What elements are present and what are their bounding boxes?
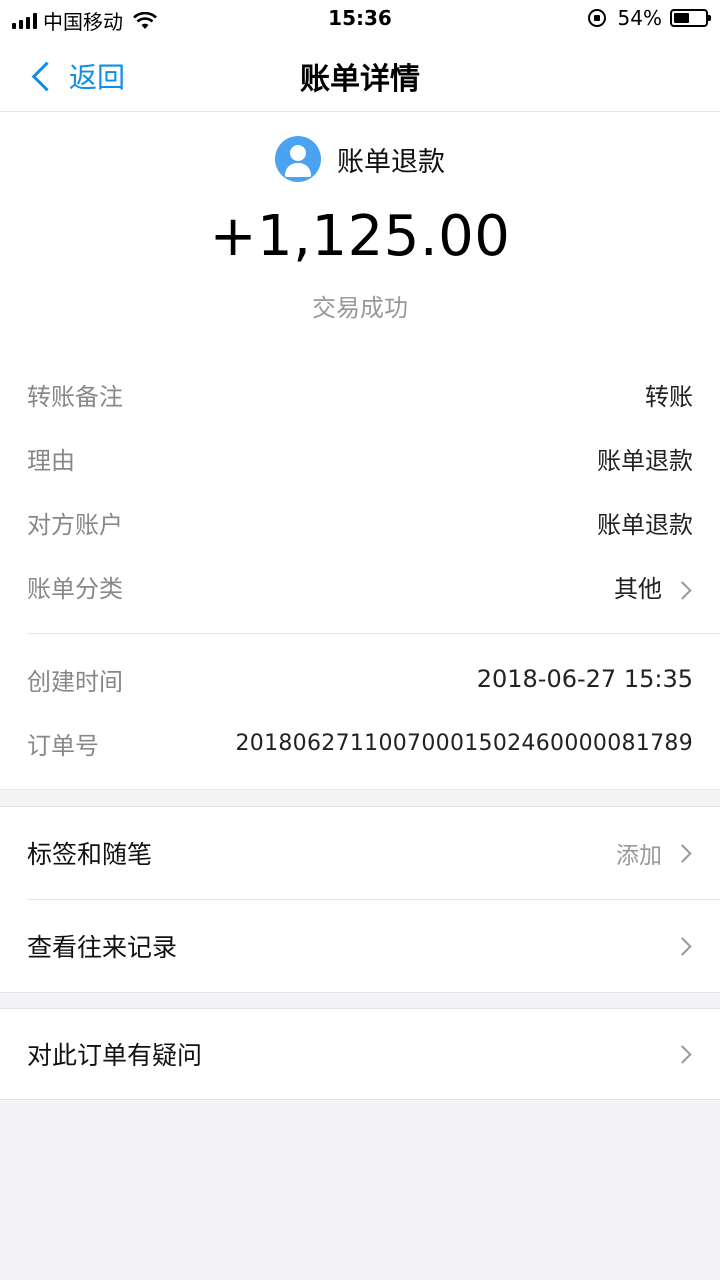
order-number: 20180627110070001502460000081789 xyxy=(235,730,693,756)
transaction-status: 交易成功 xyxy=(312,294,408,322)
back-button[interactable]: 返回 xyxy=(28,56,125,96)
tags-notes-item[interactable]: 标签和随笔 添加 xyxy=(0,807,720,899)
user-avatar-icon xyxy=(275,136,321,182)
rotation-lock-icon xyxy=(587,9,606,27)
detail-value: 转账 xyxy=(645,382,693,411)
detail-value: 账单退款 xyxy=(597,510,693,539)
nav-bar: 返回 账单详情 xyxy=(0,36,720,112)
list-right xyxy=(662,1044,693,1064)
battery-fill xyxy=(674,13,690,23)
chevron-right-icon xyxy=(673,580,692,600)
back-label: 返回 xyxy=(69,61,126,94)
list-label: 查看往来记录 xyxy=(27,933,178,962)
actions-group: 标签和随笔 添加 查看往来记录 xyxy=(0,806,720,993)
detail-label: 账单分类 xyxy=(27,574,123,603)
divider xyxy=(27,633,720,634)
amount: +1,125.00 xyxy=(209,204,511,269)
list-label: 对此订单有疑问 xyxy=(27,1041,203,1070)
detail-label: 对方账户 xyxy=(27,510,123,539)
detail-row-counterparty: 对方账户 账单退款 xyxy=(27,502,693,542)
battery-icon xyxy=(670,9,711,27)
list-label: 标签和随笔 xyxy=(27,840,153,869)
detail-row-remark: 转账备注 转账 xyxy=(27,374,693,414)
merchant-header: 账单退款 xyxy=(0,136,720,182)
category-text: 其他 xyxy=(614,574,662,603)
detail-label: 创建时间 xyxy=(27,667,123,696)
bill-detail-card: 账单退款 +1,125.00 交易成功 转账备注 转账 理由 账单退款 对方账户… xyxy=(0,112,720,790)
detail-row-category[interactable]: 账单分类 其他 xyxy=(27,566,693,606)
detail-row-created-time: 创建时间 2018-06-27 15:35 xyxy=(27,659,693,699)
status-right: 54% xyxy=(587,6,711,30)
detail-label: 订单号 xyxy=(27,731,99,760)
chevron-right-icon xyxy=(673,1044,692,1064)
list-right xyxy=(662,936,693,956)
add-label: 添加 xyxy=(616,843,662,869)
history-item[interactable]: 查看往来记录 xyxy=(27,899,720,992)
detail-value: 2018-06-27 15:35 xyxy=(476,665,693,693)
category-value: 其他 xyxy=(614,569,693,604)
chevron-right-icon xyxy=(673,843,692,863)
list-right: 添加 xyxy=(616,836,693,870)
detail-row-order-number: 订单号 20180627110070001502460000081789 xyxy=(27,723,693,763)
chevron-left-icon xyxy=(31,61,62,91)
detail-label: 转账备注 xyxy=(27,382,123,411)
merchant-name: 账单退款 xyxy=(337,146,445,178)
dispute-item[interactable]: 对此订单有疑问 xyxy=(0,1009,720,1099)
status-bar: 中国移动 15:36 54% xyxy=(0,0,720,36)
detail-value: 账单退款 xyxy=(597,446,693,475)
detail-label: 理由 xyxy=(27,446,75,475)
detail-row-reason: 理由 账单退款 xyxy=(27,438,693,478)
dispute-group: 对此订单有疑问 xyxy=(0,1008,720,1100)
battery-percent: 54% xyxy=(617,6,662,30)
chevron-right-icon xyxy=(673,936,692,956)
